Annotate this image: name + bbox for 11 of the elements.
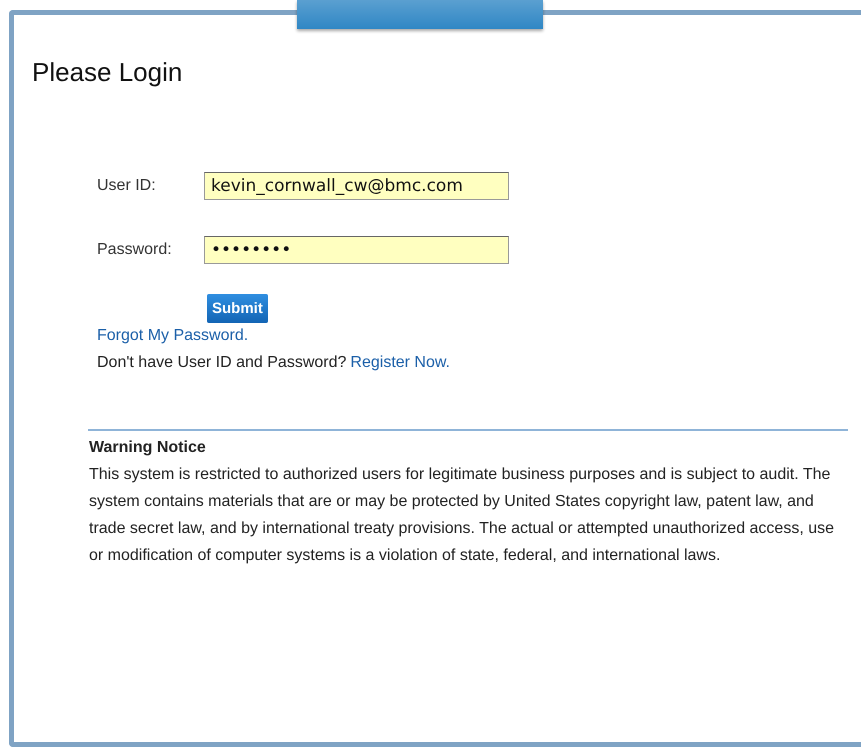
register-link[interactable]: Register Now.: [350, 354, 450, 372]
input-field[interactable]: kevin_cornwall_cw@bmc.com: [204, 172, 509, 200]
page-title: Please Login: [31, 56, 182, 88]
notice-heading: Warning Notice: [89, 439, 206, 457]
input-field[interactable]: ••••••••: [204, 236, 509, 264]
submit-button[interactable]: Submit: [207, 294, 268, 323]
register-prompt: Don't have User ID and Password?: [97, 354, 346, 372]
field-label: User ID:: [97, 177, 157, 195]
forgot-password-link[interactable]: Forgot My Password.: [97, 327, 248, 345]
notice-text: This system is restricted to authorized users for legitimate business purposes and is subject to audit. The system contains materials that are or may be protected by United States copyright law, patent law, and trade secret law, and by international treaty provisions. The actual or attempted unauthorized access, use or modification of computer systems is a violation of state, federal, and international laws.: [89, 465, 836, 566]
field-label: Password:: [97, 241, 173, 259]
